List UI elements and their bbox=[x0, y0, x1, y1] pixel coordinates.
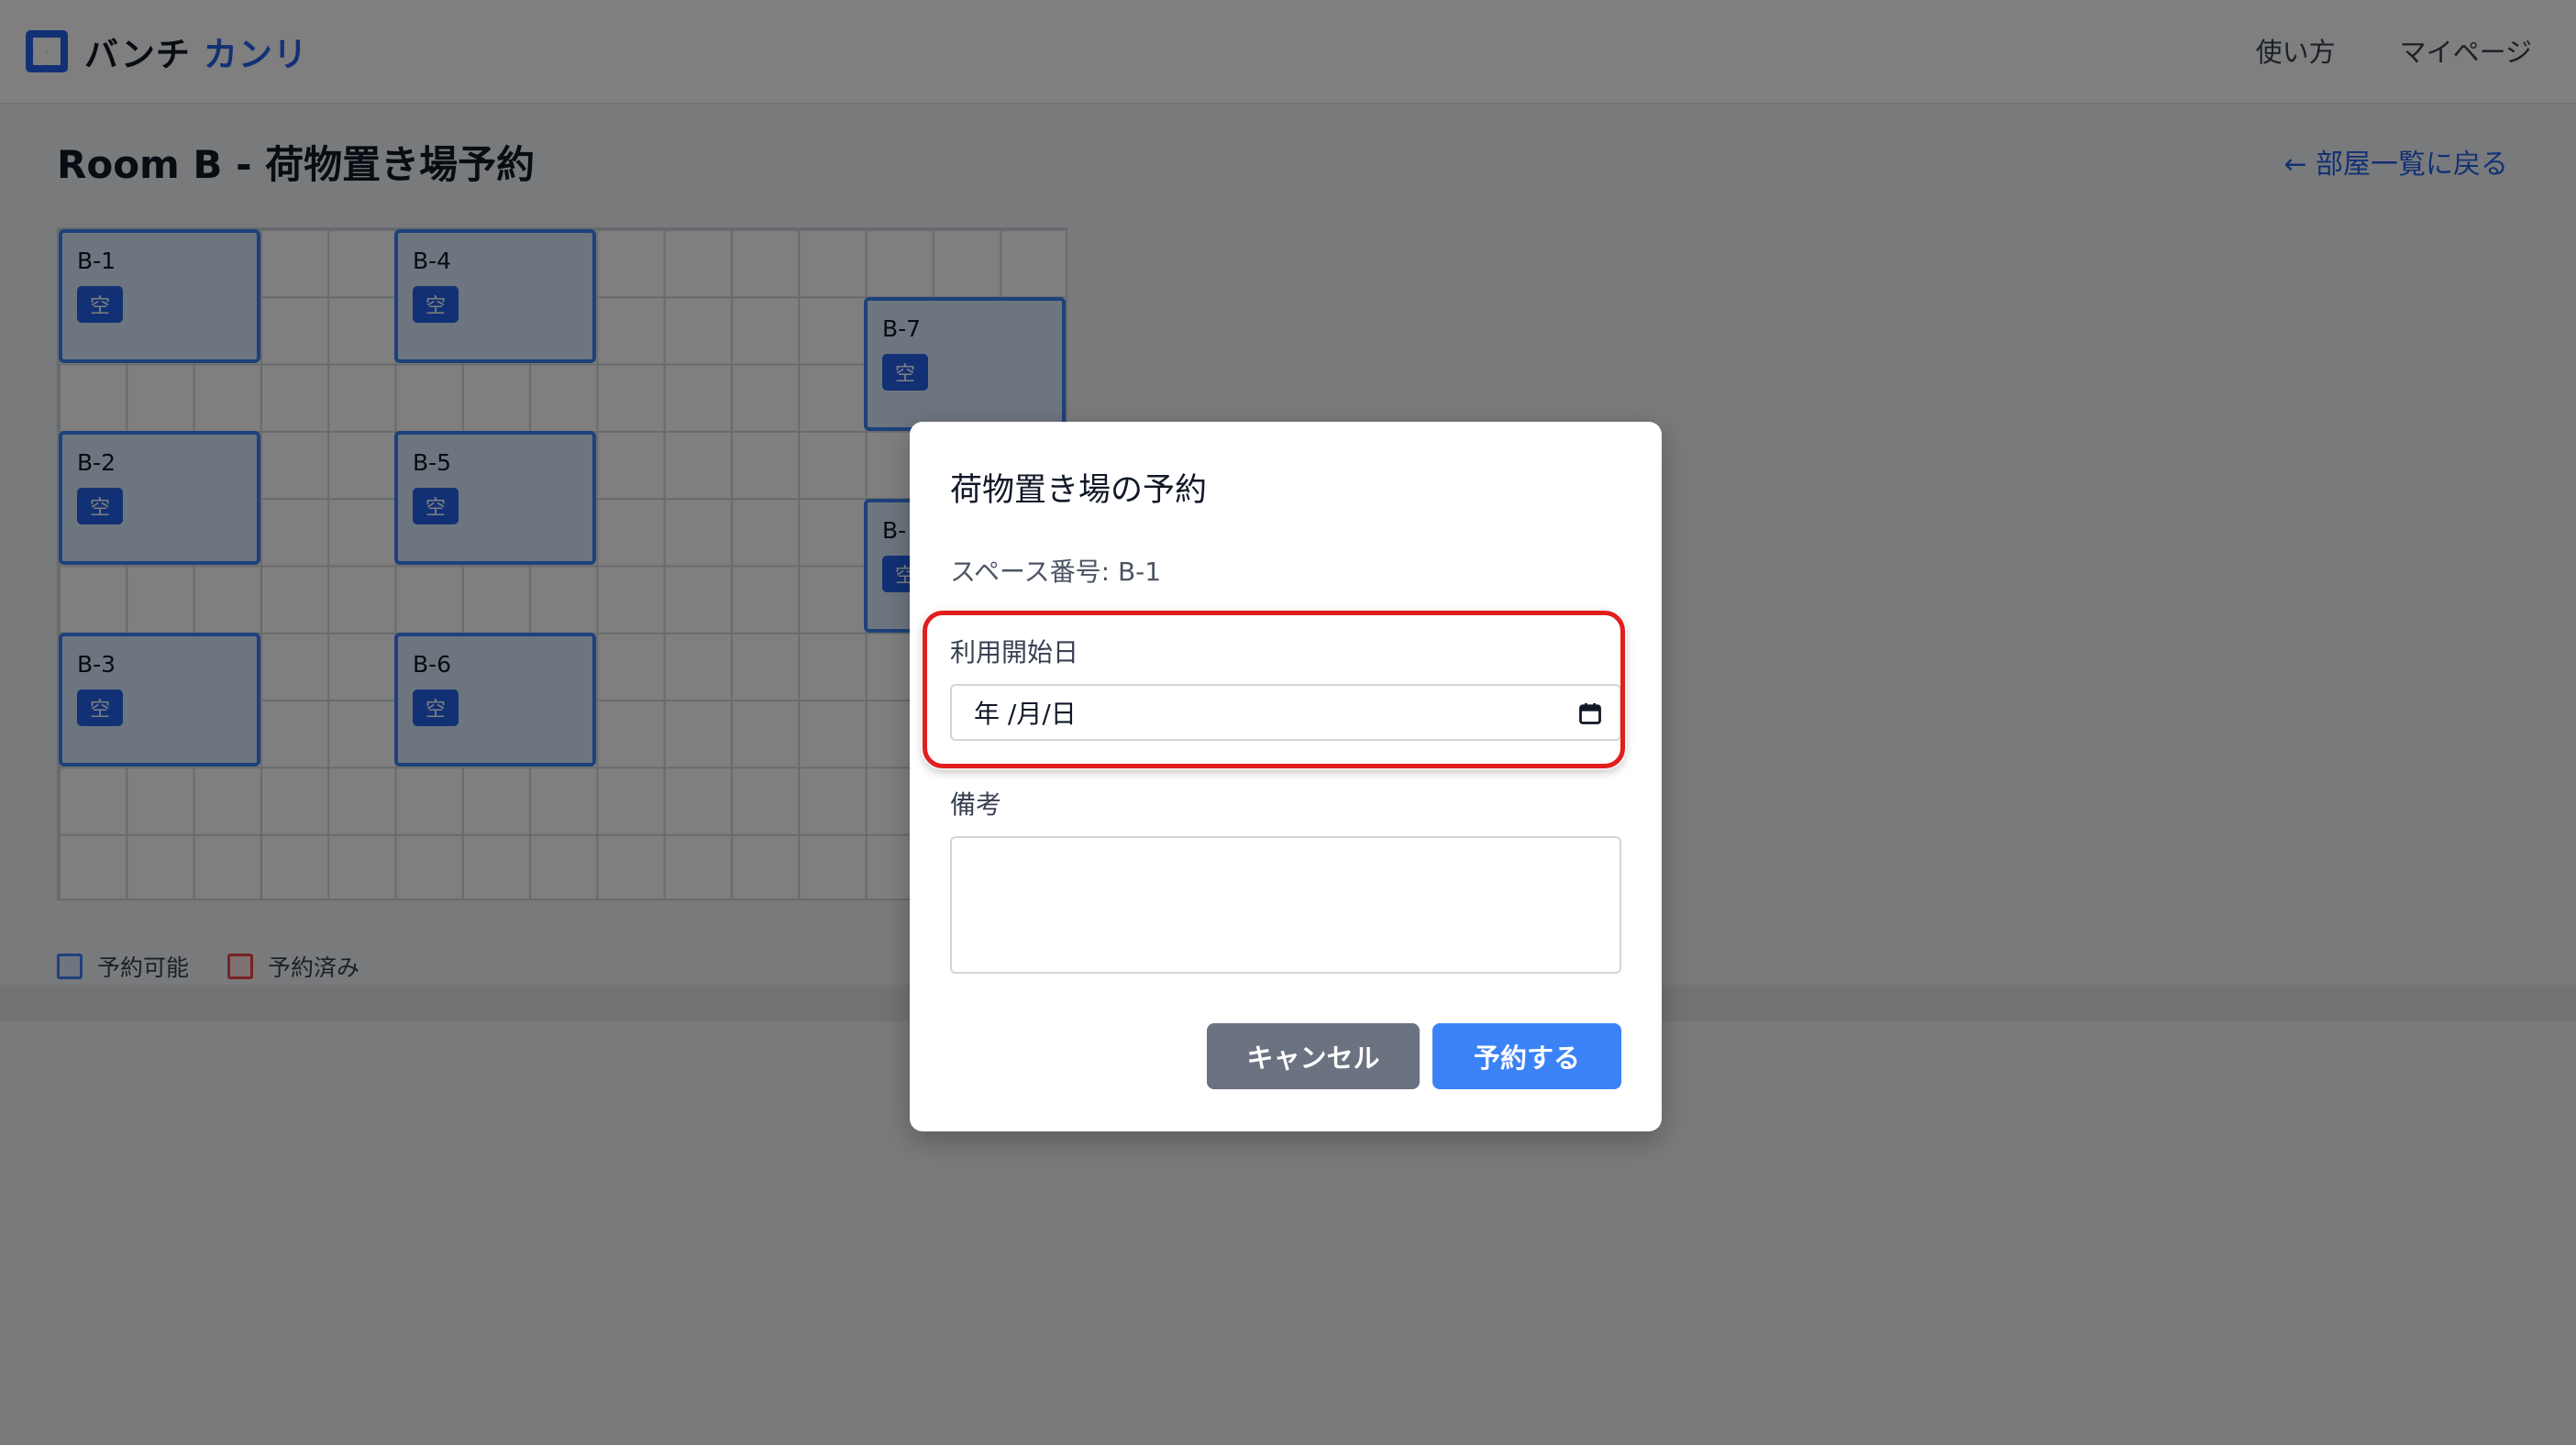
page: バンチカンリ 使い方 マイページ Room B - 荷物置き場予約 ← 部屋一覧… bbox=[0, 0, 2576, 1445]
reserve-button[interactable]: 予約する bbox=[1432, 1023, 1621, 1089]
start-date-label: 利用開始日 bbox=[950, 637, 1079, 667]
cancel-button[interactable]: キャンセル bbox=[1207, 1023, 1420, 1089]
start-date-input[interactable]: 年 /月/日 bbox=[950, 684, 1621, 741]
reservation-dialog: 荷物置き場の予約 スペース番号: B-1 利用開始日 年 /月/日 備考 キャン… bbox=[910, 422, 1662, 1131]
dialog-title: 荷物置き場の予約 bbox=[950, 472, 1208, 509]
notes-textarea[interactable] bbox=[950, 836, 1621, 974]
space-number-text: スペース番号: B-1 bbox=[950, 557, 1162, 587]
date-placeholder: 年 /月/日 bbox=[974, 699, 1077, 729]
calendar-icon[interactable] bbox=[1577, 700, 1603, 726]
notes-label: 備考 bbox=[950, 789, 1002, 820]
